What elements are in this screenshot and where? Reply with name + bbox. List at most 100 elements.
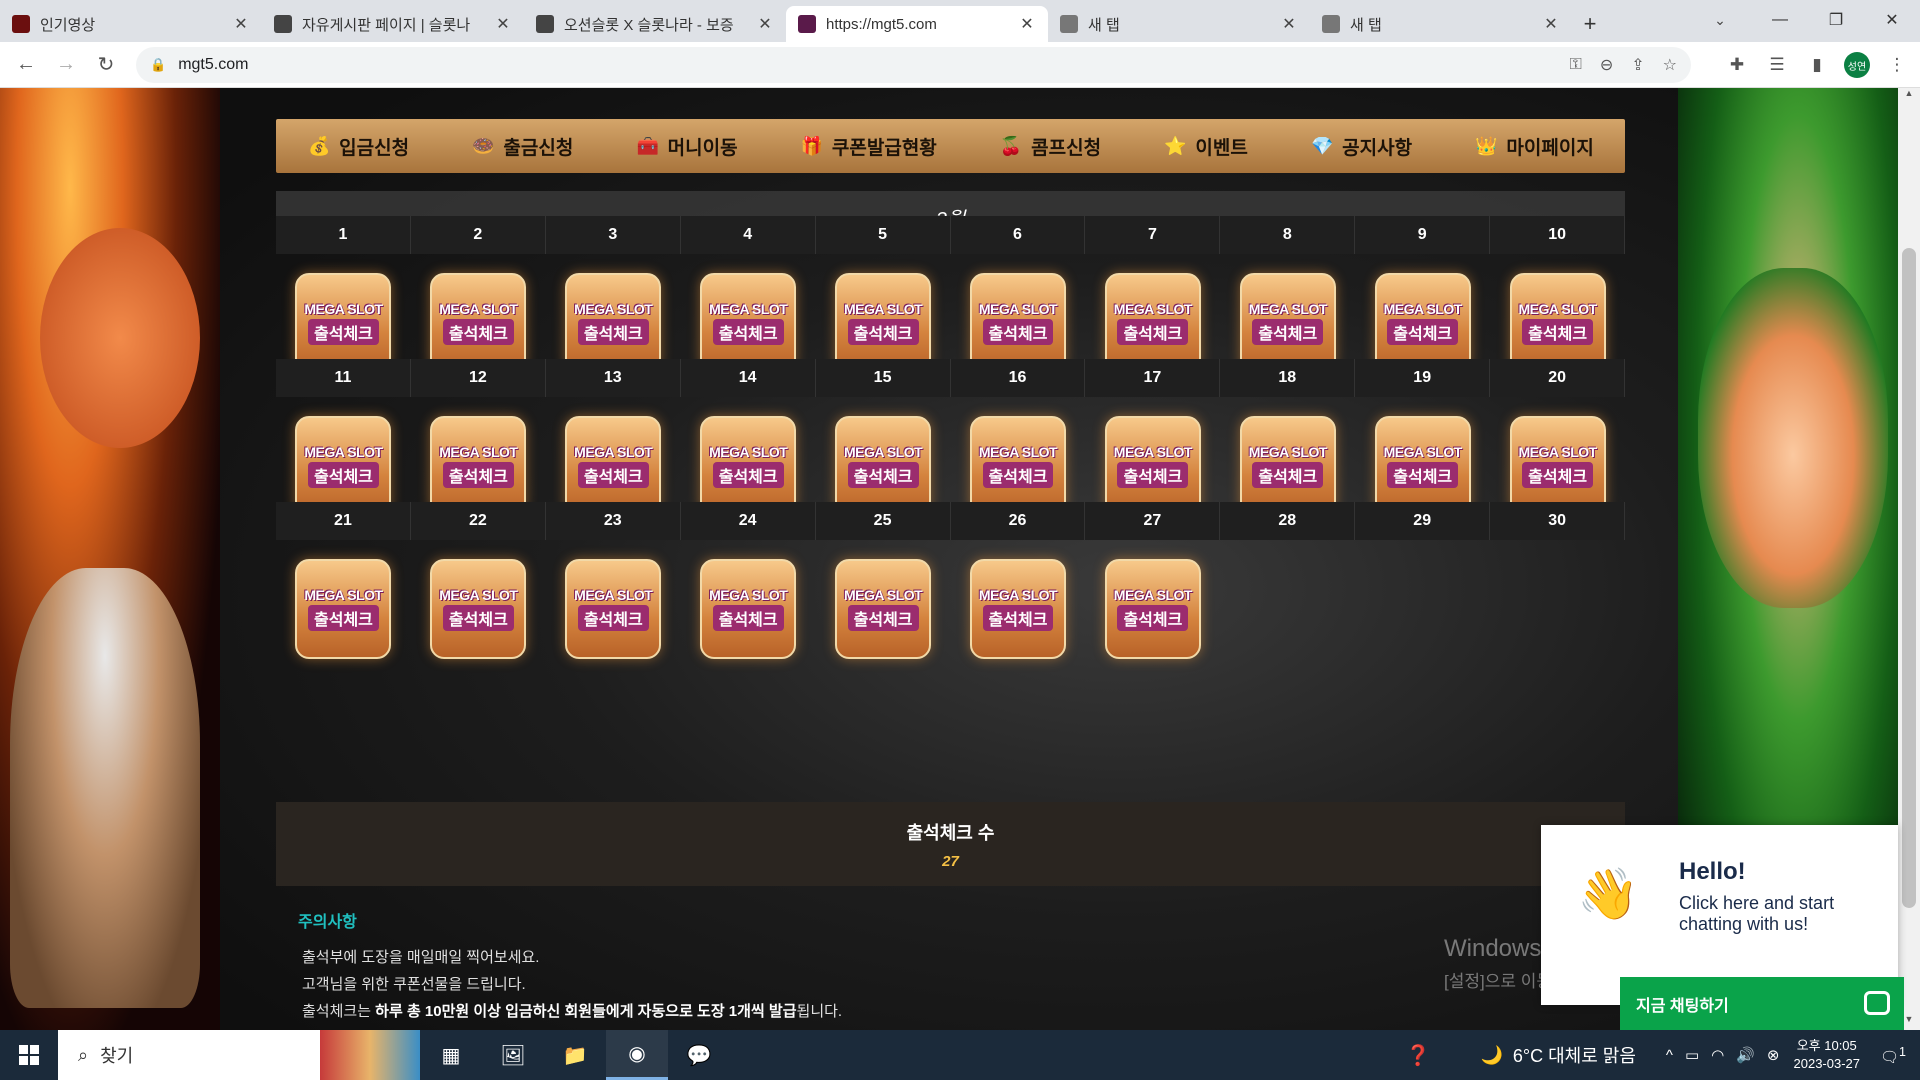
image-viewer-app-icon[interactable]: 🖼 — [482, 1030, 544, 1080]
share-icon[interactable]: ⇪ — [1631, 55, 1644, 75]
volume-icon[interactable]: 🔊 — [1736, 1046, 1755, 1064]
nav-item[interactable]: 👑 마이페이지 — [1474, 133, 1594, 160]
nav-item-label: 쿠폰발급현황 — [831, 137, 937, 159]
search-highlight-image[interactable] — [320, 1030, 420, 1080]
browser-tab[interactable]: 오션슬롯 X 슬롯나라 - 보증 ✕ — [524, 6, 786, 42]
stamp-label-text: 출석체크 — [1117, 461, 1189, 488]
browser-tab[interactable]: 인기영상 ✕ — [0, 6, 262, 42]
attendance-stamp-icon: MEGA SLOT 출석체크 — [565, 415, 662, 516]
day-number: 30 — [1490, 502, 1626, 540]
mute-icon[interactable]: ⊗ — [1767, 1046, 1780, 1064]
nav-item[interactable]: 🧰 머니이동 — [636, 133, 738, 160]
attendance-stamp-icon: MEGA SLOT 출석체크 — [1509, 415, 1606, 516]
attendance-count-box: 출석체크 수 27 — [276, 802, 1625, 886]
fire-character-image — [40, 228, 200, 448]
stamp-row: MEGA SLOT 출석체크 MEGA SLOT 출석체크 MEGA SLOT 출석체크 M… — [276, 540, 1625, 677]
browser-tab[interactable]: https://mgt5.com ✕ — [786, 6, 1048, 42]
stamp-cell — [1220, 540, 1355, 677]
taskbar-search[interactable]: ⌕ 찾기 — [58, 1030, 320, 1080]
help-icon[interactable]: ❓ — [1406, 1043, 1431, 1068]
day-number: 23 — [546, 502, 681, 540]
stamp-label-text: 출석체크 — [712, 461, 784, 488]
day-number: 27 — [1085, 502, 1221, 540]
attendance-stamp-icon: MEGA SLOT 출석체크 — [835, 272, 932, 373]
tab-search-chevron-icon[interactable]: ⌄ — [1705, 6, 1735, 34]
tray-chevron-icon[interactable]: ^ — [1666, 1047, 1673, 1064]
tab-close-icon[interactable]: ✕ — [756, 14, 774, 34]
page-scrollbar[interactable]: ▲ ▼ — [1898, 88, 1920, 1030]
nav-item[interactable]: 🍩 출금신청 — [471, 133, 573, 160]
taskbar-clock[interactable]: 오후 10:05 2023-03-27 — [1794, 1037, 1861, 1073]
tab-close-icon[interactable]: ✕ — [232, 14, 250, 34]
sidepanel-icon[interactable]: ▮ — [1804, 55, 1830, 75]
kakaotalk-app-icon[interactable]: 💬 — [668, 1030, 730, 1080]
tab-favicon-icon — [1060, 15, 1078, 33]
file-explorer-icon[interactable]: 📁 — [544, 1030, 606, 1080]
browser-tab[interactable]: 새 탭 ✕ — [1310, 6, 1572, 42]
browser-tab[interactable]: 자유게시판 페이지 | 슬롯나 ✕ — [262, 6, 524, 42]
restore-button[interactable]: ❐ — [1808, 0, 1864, 40]
nav-item[interactable]: ⭐ 이벤트 — [1163, 133, 1248, 160]
close-window-button[interactable]: ✕ — [1864, 0, 1920, 40]
tab-close-icon[interactable]: ✕ — [494, 14, 512, 34]
zoom-icon[interactable]: ⊖ — [1600, 55, 1613, 75]
stamp-label-text: 출석체크 — [982, 461, 1054, 488]
back-button[interactable]: ← — [6, 45, 46, 85]
stamp-brand-text: MEGA SLOT — [709, 443, 788, 460]
scrollbar-thumb[interactable] — [1902, 248, 1916, 908]
bookmark-star-icon[interactable]: ☆ — [1663, 55, 1677, 75]
key-icon[interactable]: ⚿ — [1570, 56, 1582, 74]
url-text: mgt5.com — [178, 56, 249, 73]
tab-close-icon[interactable]: ✕ — [1018, 14, 1036, 34]
forward-button[interactable]: → — [46, 45, 86, 85]
tab-close-icon[interactable]: ✕ — [1542, 14, 1560, 34]
stamp-brand-text: MEGA SLOT — [574, 586, 653, 603]
stamp-brand-text: MEGA SLOT — [439, 586, 518, 603]
notification-center-icon[interactable]: 🗨1 — [1880, 1045, 1906, 1066]
start-chat-button[interactable]: 지금 채팅하기 — [1620, 977, 1904, 1030]
nav-item[interactable]: 🎁 쿠폰발급현황 — [800, 133, 937, 160]
day-number: 25 — [816, 502, 951, 540]
notification-count: 1 — [1899, 1044, 1906, 1059]
nav-item[interactable]: 💰 입금신청 — [307, 133, 409, 160]
minimize-button[interactable]: — — [1752, 0, 1808, 40]
browser-tab[interactable]: 새 탭 ✕ — [1048, 6, 1310, 42]
nav-item-label: 머니이동 — [667, 137, 738, 159]
new-tab-button[interactable]: + — [1572, 6, 1608, 42]
chrome-app-icon[interactable]: ◉ — [606, 1030, 668, 1080]
display-icon[interactable]: ▭ — [1685, 1046, 1699, 1064]
stamp-label-text: 출석체크 — [577, 461, 649, 488]
nav-item[interactable]: 💎 공지사항 — [1310, 133, 1412, 160]
day-number: 8 — [1220, 216, 1356, 254]
stamp-brand-text: MEGA SLOT — [574, 300, 653, 317]
tab-close-icon[interactable]: ✕ — [1280, 14, 1298, 34]
start-button[interactable] — [0, 1030, 58, 1080]
stamp-label-text: 출석체크 — [442, 318, 514, 345]
attendance-stamp-icon: MEGA SLOT 출석체크 — [1104, 272, 1201, 373]
attendance-stamp-icon: MEGA SLOT 출석체크 — [565, 272, 662, 373]
lock-icon[interactable]: 🔒 — [150, 57, 166, 73]
stamp-label-text: 출석체크 — [1387, 318, 1459, 345]
tab-title: 오션슬롯 X 슬롯나라 - 보증 — [564, 16, 734, 34]
attendance-stamp-icon: MEGA SLOT 출석체크 — [1239, 272, 1336, 373]
reload-button[interactable]: ↻ — [86, 45, 126, 85]
media-icon[interactable]: ☰ — [1764, 55, 1790, 75]
task-view-icon[interactable]: ▦ — [420, 1030, 482, 1080]
network-icon[interactable]: ◠ — [1711, 1046, 1724, 1064]
stamp-brand-text: MEGA SLOT — [1518, 443, 1598, 460]
scroll-up-arrow-icon[interactable]: ▲ — [1898, 88, 1920, 104]
extensions-icon[interactable]: ✚ — [1724, 55, 1750, 75]
gem-icon: 💎 — [1310, 135, 1334, 156]
day-number: 26 — [951, 502, 1086, 540]
nav-item[interactable]: 🍒 콤프신청 — [999, 133, 1101, 160]
menu-icon[interactable]: ⋮ — [1884, 55, 1910, 75]
stamp-brand-text: MEGA SLOT — [1248, 443, 1328, 460]
attendance-stamp-icon: MEGA SLOT 출석체크 — [700, 558, 797, 659]
day-number-row: 21 22 23 24 25 26 27 28 29 30 — [276, 502, 1626, 540]
stamp-brand-text: MEGA SLOT — [574, 443, 653, 460]
weather-widget[interactable]: 🌙 6°C 대체로 맑음 — [1480, 1042, 1635, 1068]
address-bar[interactable]: 🔒 mgt5.com ⚿ ⊖ ⇪ ☆ — [136, 47, 1691, 83]
attendance-stamp-icon: MEGA SLOT 출석체크 — [1374, 415, 1471, 516]
tab-favicon-icon — [536, 15, 554, 33]
profile-avatar[interactable]: 성연 — [1844, 52, 1870, 78]
